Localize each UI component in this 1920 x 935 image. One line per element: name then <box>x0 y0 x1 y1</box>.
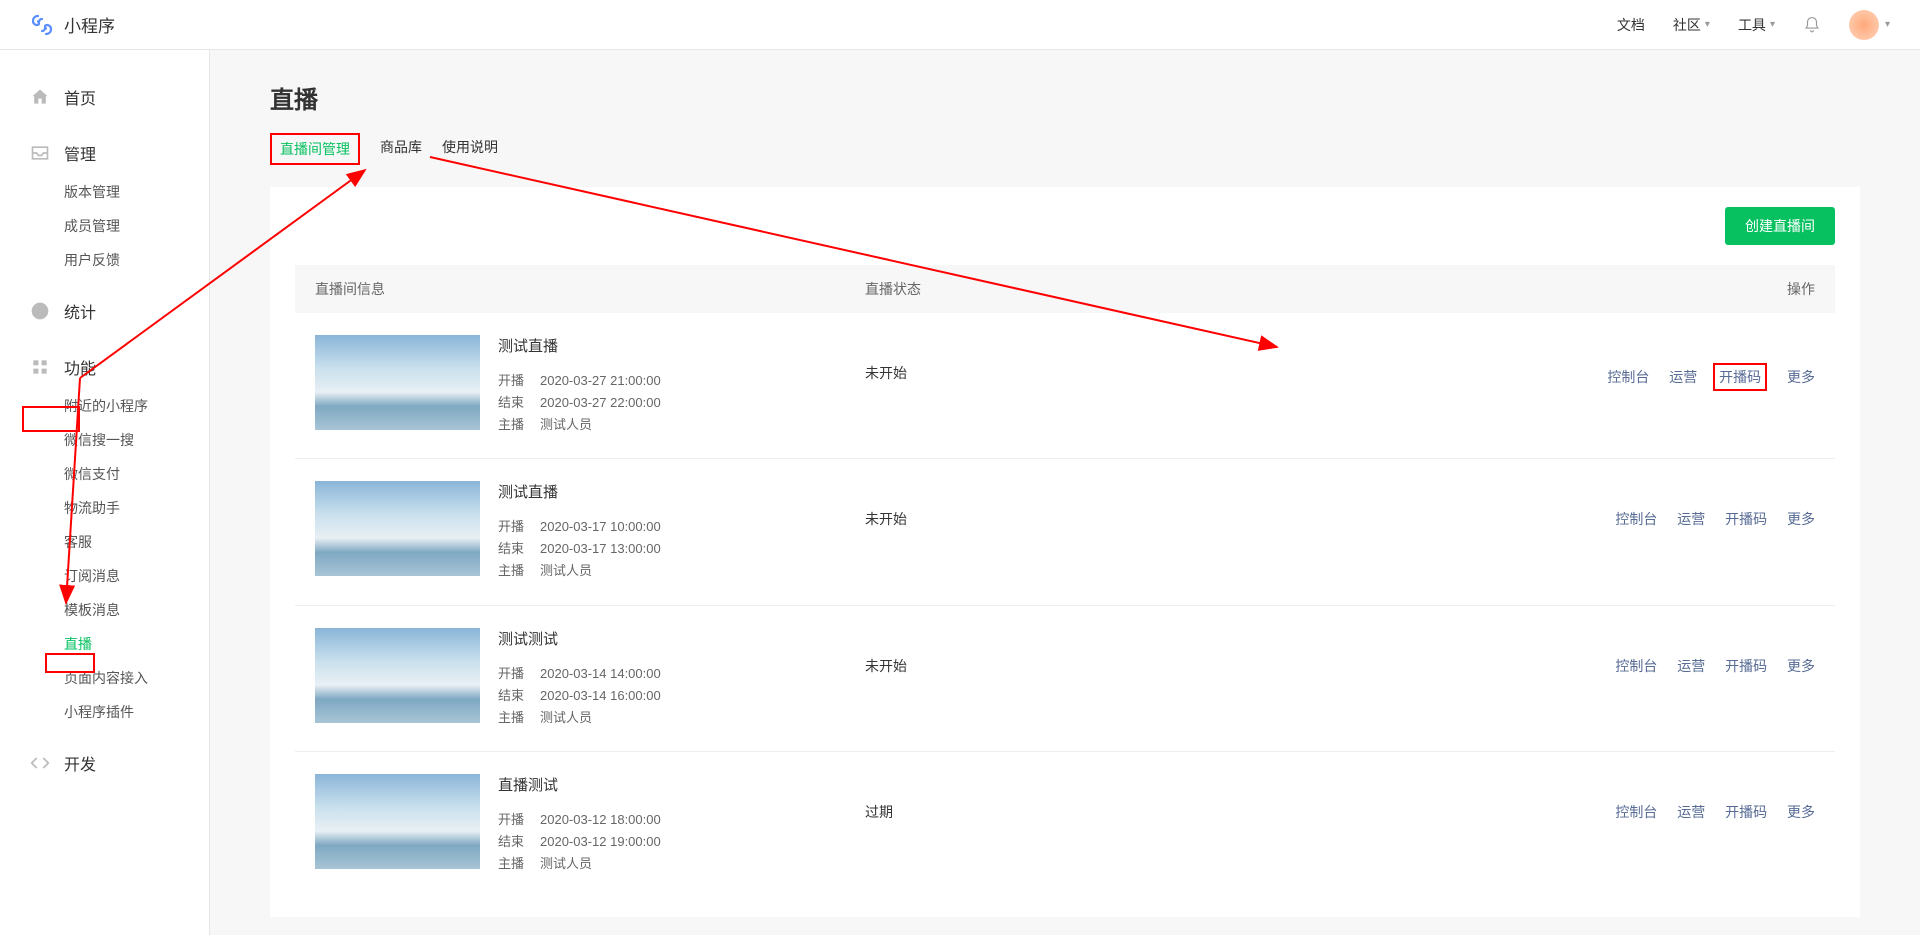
action-broadcast-code[interactable]: 开播码 <box>1725 656 1767 676</box>
code-icon <box>30 753 50 773</box>
nav-tools[interactable]: 工具▾ <box>1738 15 1775 35</box>
room-title: 直播测试 <box>498 774 865 795</box>
sidebar-sub-manage-2[interactable]: 用户反馈 <box>0 243 209 277</box>
room-thumbnail <box>315 628 480 723</box>
action-console[interactable]: 控制台 <box>1615 509 1657 529</box>
nav-docs[interactable]: 文档 <box>1617 15 1645 35</box>
action-ops[interactable]: 运营 <box>1669 367 1697 387</box>
table-header: 直播间信息 直播状态 操作 <box>295 265 1835 313</box>
room-meta: 开播2020-03-14 14:00:00 结束2020-03-14 16:00… <box>498 663 865 729</box>
action-console[interactable]: 控制台 <box>1607 367 1649 387</box>
action-broadcast-code[interactable]: 开播码 <box>1725 509 1767 529</box>
action-more[interactable]: 更多 <box>1787 802 1815 822</box>
panel: 创建直播间 直播间信息 直播状态 操作 测试直播 开播2020-03-27 21… <box>270 187 1860 917</box>
action-more[interactable]: 更多 <box>1787 656 1815 676</box>
sidebar-sub-feature-1[interactable]: 微信搜一搜 <box>0 423 209 457</box>
room-status: 过期 <box>865 774 1095 822</box>
tabs: 直播间管理 商品库 使用说明 <box>270 133 1860 165</box>
chevron-down-icon: ▾ <box>1885 19 1890 30</box>
header: 小程序 文档 社区▾ 工具▾ ▾ <box>0 0 1920 50</box>
bell-icon[interactable] <box>1803 16 1821 34</box>
room-meta: 开播2020-03-27 21:00:00 结束2020-03-27 22:00… <box>498 370 865 436</box>
inbox-icon <box>30 143 50 163</box>
room-thumbnail <box>315 335 480 430</box>
room-info: 测试测试 开播2020-03-14 14:00:00 结束2020-03-14 … <box>498 628 865 729</box>
room-info: 直播测试 开播2020-03-12 18:00:00 结束2020-03-12 … <box>498 774 865 875</box>
tab-room-manage[interactable]: 直播间管理 <box>270 133 360 165</box>
sidebar-sub-feature-8[interactable]: 页面内容接入 <box>0 661 209 695</box>
room-actions: 控制台 运营 开播码 更多 <box>1095 774 1815 822</box>
action-broadcast-code[interactable]: 开播码 <box>1725 802 1767 822</box>
sidebar-home[interactable]: 首页 <box>0 75 209 119</box>
nav-community[interactable]: 社区▾ <box>1673 15 1710 35</box>
room-thumbnail <box>315 481 480 576</box>
col-info: 直播间信息 <box>315 279 865 299</box>
action-more[interactable]: 更多 <box>1787 509 1815 529</box>
grid-icon <box>30 357 50 377</box>
action-console[interactable]: 控制台 <box>1615 656 1657 676</box>
room-status: 未开始 <box>865 335 1095 383</box>
header-nav: 文档 社区▾ 工具▾ ▾ <box>1617 10 1890 40</box>
user-menu[interactable]: ▾ <box>1849 10 1890 40</box>
action-ops[interactable]: 运营 <box>1677 656 1705 676</box>
action-ops[interactable]: 运营 <box>1677 802 1705 822</box>
chevron-down-icon: ▾ <box>1705 19 1710 30</box>
sidebar-sub-feature-6[interactable]: 模板消息 <box>0 593 209 627</box>
sidebar-sub-feature-0[interactable]: 附近的小程序 <box>0 389 209 423</box>
chevron-down-icon: ▾ <box>1770 19 1775 30</box>
sidebar-dev[interactable]: 开发 <box>0 741 209 785</box>
room-thumbnail <box>315 774 480 869</box>
sidebar-manage[interactable]: 管理 <box>0 131 209 175</box>
col-status: 直播状态 <box>865 279 1095 299</box>
action-more[interactable]: 更多 <box>1787 367 1815 387</box>
pie-chart-icon <box>30 301 50 321</box>
action-console[interactable]: 控制台 <box>1615 802 1657 822</box>
room-info: 测试直播 开播2020-03-27 21:00:00 结束2020-03-27 … <box>498 335 865 436</box>
avatar <box>1849 10 1879 40</box>
page-title: 直播 <box>270 80 1860 115</box>
sidebar-stats[interactable]: 统计 <box>0 289 209 333</box>
room-status: 未开始 <box>865 628 1095 676</box>
room-actions: 控制台 运营 开播码 更多 <box>1095 335 1815 391</box>
home-icon <box>30 87 50 107</box>
sidebar-sub-feature-2[interactable]: 微信支付 <box>0 457 209 491</box>
sidebar-sub-feature-9[interactable]: 小程序插件 <box>0 695 209 729</box>
room-meta: 开播2020-03-17 10:00:00 结束2020-03-17 13:00… <box>498 516 865 582</box>
wechat-miniprogram-logo-icon <box>30 13 54 37</box>
sidebar-sub-feature-3[interactable]: 物流助手 <box>0 491 209 525</box>
sidebar-sub-manage-0[interactable]: 版本管理 <box>0 175 209 209</box>
sidebar: 首页 管理 版本管理成员管理用户反馈 统计 功能 附近的小程序微信搜一搜微信支付… <box>0 50 210 935</box>
room-actions: 控制台 运营 开播码 更多 <box>1095 481 1815 529</box>
room-row: 直播测试 开播2020-03-12 18:00:00 结束2020-03-12 … <box>295 752 1835 897</box>
sidebar-sub-manage-1[interactable]: 成员管理 <box>0 209 209 243</box>
tab-guide[interactable]: 使用说明 <box>442 133 498 165</box>
create-room-button[interactable]: 创建直播间 <box>1725 207 1835 245</box>
sidebar-sub-feature-4[interactable]: 客服 <box>0 525 209 559</box>
room-info: 测试直播 开播2020-03-17 10:00:00 结束2020-03-17 … <box>498 481 865 582</box>
room-status: 未开始 <box>865 481 1095 529</box>
brand-text: 小程序 <box>64 12 115 37</box>
room-row: 测试直播 开播2020-03-27 21:00:00 结束2020-03-27 … <box>295 313 1835 459</box>
main-content: 直播 直播间管理 商品库 使用说明 创建直播间 直播间信息 直播状态 操作 测试… <box>210 50 1920 935</box>
room-title: 测试测试 <box>498 628 865 649</box>
sidebar-sub-feature-5[interactable]: 订阅消息 <box>0 559 209 593</box>
sidebar-features[interactable]: 功能 <box>0 345 209 389</box>
tab-goods[interactable]: 商品库 <box>380 133 422 165</box>
sidebar-sub-feature-7[interactable]: 直播 <box>0 627 209 661</box>
room-row: 测试直播 开播2020-03-17 10:00:00 结束2020-03-17 … <box>295 459 1835 605</box>
room-actions: 控制台 运营 开播码 更多 <box>1095 628 1815 676</box>
action-broadcast-code[interactable]: 开播码 <box>1713 363 1767 391</box>
room-title: 测试直播 <box>498 481 865 502</box>
room-title: 测试直播 <box>498 335 865 356</box>
col-action: 操作 <box>1095 279 1815 299</box>
action-ops[interactable]: 运营 <box>1677 509 1705 529</box>
room-row: 测试测试 开播2020-03-14 14:00:00 结束2020-03-14 … <box>295 606 1835 752</box>
room-meta: 开播2020-03-12 18:00:00 结束2020-03-12 19:00… <box>498 809 865 875</box>
header-brand: 小程序 <box>30 12 115 37</box>
